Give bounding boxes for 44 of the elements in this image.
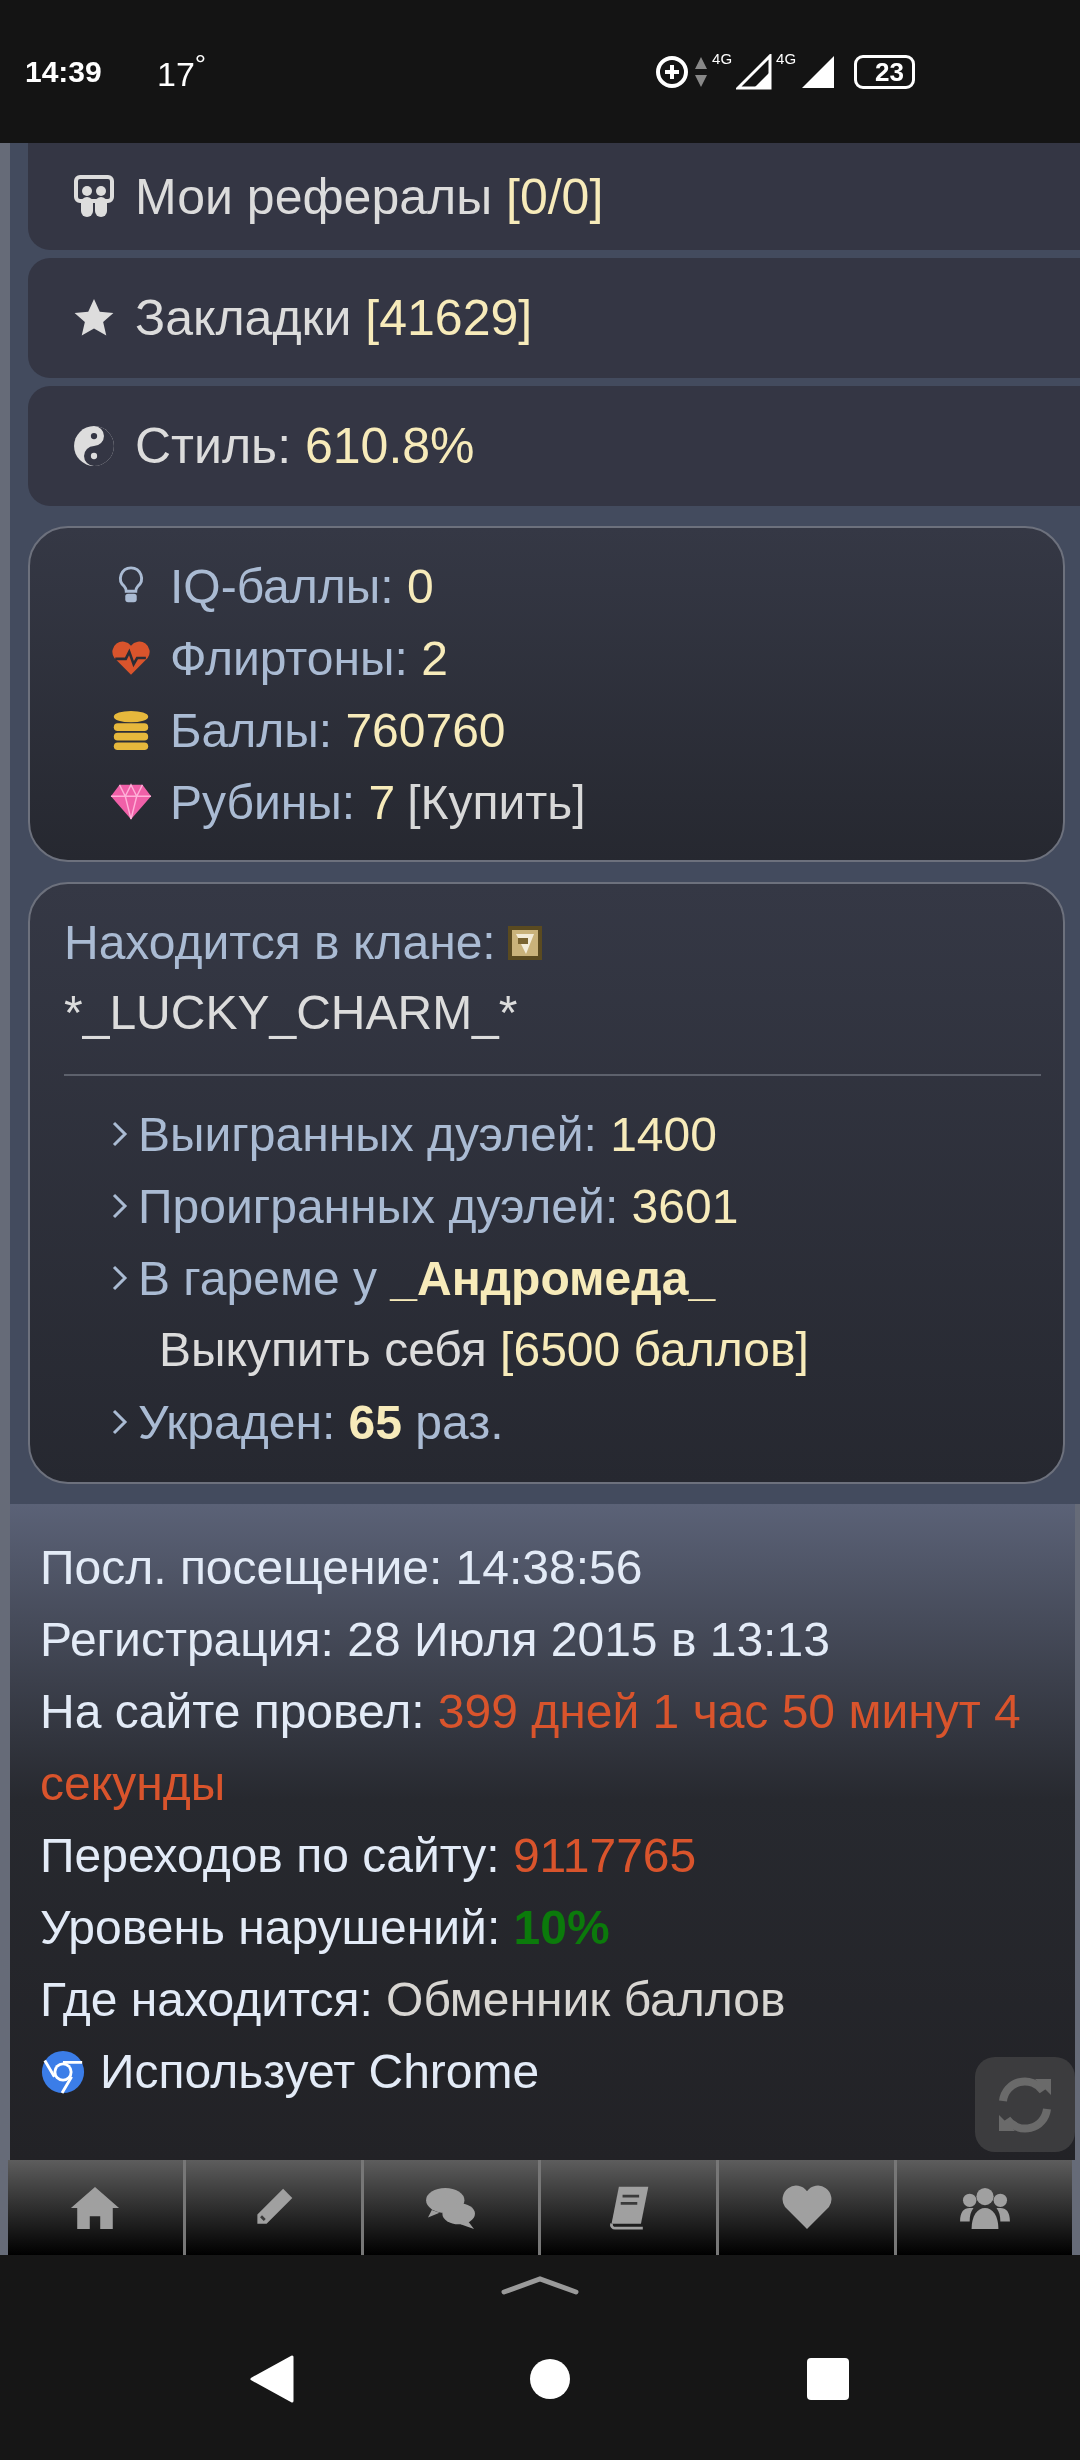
clock: 14:39: [25, 54, 103, 89]
yin-yang-icon: [73, 424, 115, 468]
chevron-up-icon[interactable]: [500, 2275, 580, 2295]
info-line: Уровень нарушений: 10%: [40, 1900, 611, 1956]
network-label: 4G: [776, 49, 797, 67]
ransom-link[interactable]: Выкупить себя [6500 баллов]: [159, 1314, 809, 1386]
menu-item[interactable]: Закладки [41629]: [28, 258, 1080, 378]
browser-label: Использует Chrome: [100, 2044, 540, 2100]
menu-item-label: Стиль: 610.8%: [135, 417, 475, 475]
menu-item-label: Мои рефералы [0/0]: [135, 167, 604, 226]
clan-name[interactable]: *_LUCKY_CHARM_*: [64, 978, 518, 1048]
temperature: 17$^{°}$: [157, 48, 207, 95]
menu-item[interactable]: Мои рефералы [0/0]: [28, 143, 1080, 250]
stat-line: В гареме у _Андромеда_: [138, 1250, 716, 1306]
referrals-icon: [73, 174, 115, 219]
info-line: Переходов по сайту: 9117765: [40, 1828, 698, 1884]
info-line: Посл. посещение: 14:38:56: [40, 1540, 644, 1596]
stat-line: Проигранных дуэлей: 3601: [138, 1178, 739, 1234]
resource-label: Баллы: 760760: [170, 702, 506, 758]
chevron-icon: [110, 1407, 130, 1437]
signal-icon: [736, 53, 773, 90]
chevron-icon: [110, 1191, 130, 1221]
clan-label: Находится в клане:: [64, 915, 496, 971]
resource-label: Рубины: 7: [170, 774, 396, 830]
info-line: На сайте провел: 399 дней 1 час 50 минут 4 секунды: [40, 1684, 1022, 1812]
resource-label: IQ-баллы: 0: [170, 558, 434, 614]
recents-icon[interactable]: [806, 2357, 850, 2401]
info-line: Где находится: Обменник баллов: [40, 1972, 787, 2028]
network-label: 4G: [712, 49, 733, 67]
data-saver-icon: [654, 53, 691, 90]
chevron-icon: [110, 1263, 130, 1293]
menu-item-label: Закладки [41629]: [135, 289, 533, 347]
stat-line: Украден: 65 раз.: [138, 1394, 504, 1450]
buy-link[interactable]: [Купить]: [407, 774, 586, 830]
stat-line: Выигранных дуэлей: 1400: [138, 1106, 717, 1162]
resource-label: Флиртоны: 2: [170, 630, 448, 686]
back-icon[interactable]: [250, 2355, 294, 2403]
home-button-icon[interactable]: [529, 2358, 571, 2400]
battery-indicator: 23: [854, 54, 915, 89]
refresh-button[interactable]: [975, 2057, 1075, 2152]
browser-icon: [40, 2049, 86, 2095]
chevron-icon: [110, 1119, 130, 1149]
menu-item[interactable]: Стиль: 610.8%: [28, 386, 1080, 506]
info-line: Регистрация: 28 Июля 2015 в 13:13: [40, 1612, 831, 1668]
